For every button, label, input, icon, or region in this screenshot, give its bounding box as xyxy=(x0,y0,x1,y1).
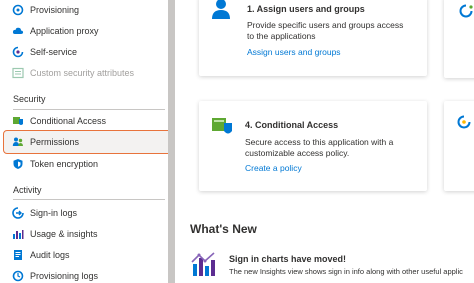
user-icon xyxy=(211,0,231,25)
scrollbar-thumb[interactable] xyxy=(168,0,175,283)
sidebar-item-usage-insights[interactable]: Usage & insights xyxy=(4,223,168,244)
sidebar-item-label: Sign-in logs xyxy=(30,207,78,218)
sidebar-item-label: Audit logs xyxy=(30,249,70,260)
token-shield-icon xyxy=(12,158,24,170)
card-description: customizable access policy. xyxy=(245,148,350,158)
card-description: Secure access to this application with a xyxy=(245,137,394,147)
sidebar-item-application-proxy[interactable]: Application proxy xyxy=(4,20,168,41)
create-policy-link[interactable]: Create a policy xyxy=(245,163,302,173)
card-title: 1. Assign users and groups xyxy=(247,4,365,14)
sidebar-item-audit-logs[interactable]: Audit logs xyxy=(4,244,168,265)
sidebar-item-permissions[interactable]: Permissions xyxy=(3,130,173,154)
sidebar-item-provisioning[interactable]: Provisioning xyxy=(4,0,168,20)
audit-logs-icon xyxy=(12,249,24,261)
sidebar-item-label: Permissions xyxy=(30,137,80,147)
sidebar-item-label: Provisioning logs xyxy=(30,270,99,281)
cloud-icon xyxy=(12,25,24,37)
sidebar-item-label: Application proxy xyxy=(30,25,99,36)
conditional-access-icon xyxy=(12,115,24,127)
permissions-icon xyxy=(12,136,24,148)
card-description: Provide specific users and groups access xyxy=(247,20,404,30)
self-service-icon xyxy=(12,46,24,58)
sidebar-item-conditional-access[interactable]: Conditional Access xyxy=(4,110,168,131)
sidebar-item-label: Self-service xyxy=(30,46,78,57)
whats-new-heading: What's New xyxy=(190,222,257,236)
section-heading-activity: Activity xyxy=(13,185,42,195)
news-item-title: Sign in charts have moved! xyxy=(229,254,347,264)
sidebar-nav: Provisioning Application proxy Self-serv… xyxy=(0,0,173,283)
sidebar-item-provisioning-logs[interactable]: Provisioning logs xyxy=(4,265,168,283)
conditional-access-icon xyxy=(211,116,233,141)
news-item-description: The new Insights view shows sign in info… xyxy=(229,267,463,276)
sidebar-item-label: Token encryption xyxy=(30,158,99,169)
card-title: 4. Conditional Access xyxy=(245,120,339,130)
sidebar-item-label: Conditional Access xyxy=(30,115,107,126)
assign-users-link[interactable]: Assign users and groups xyxy=(247,47,341,57)
sign-in-logs-icon xyxy=(12,206,24,219)
section-divider xyxy=(13,199,165,200)
sidebar-scrollbar[interactable] xyxy=(168,0,175,283)
insights-chart-icon xyxy=(190,250,216,283)
provisioning-icon xyxy=(12,4,24,16)
card-description: to the applications xyxy=(247,31,316,41)
sidebar-item-custom-security-attributes[interactable]: Custom security attributes xyxy=(4,62,168,83)
sync-icon xyxy=(459,4,473,23)
sidebar-item-label: Usage & insights xyxy=(30,228,98,239)
attributes-icon xyxy=(12,67,24,79)
sidebar-item-self-service[interactable]: Self-service xyxy=(4,41,168,62)
section-heading-security: Security xyxy=(13,94,46,104)
sidebar-item-label: Provisioning xyxy=(30,4,80,15)
sidebar-item-token-encryption[interactable]: Token encryption xyxy=(4,153,168,174)
sidebar-item-sign-in-logs[interactable]: Sign-in logs xyxy=(4,202,168,223)
refresh-icon xyxy=(457,115,471,134)
sidebar-item-label: Custom security attributes xyxy=(30,67,135,78)
provisioning-logs-icon xyxy=(12,270,24,282)
insights-chart-icon xyxy=(12,228,24,240)
